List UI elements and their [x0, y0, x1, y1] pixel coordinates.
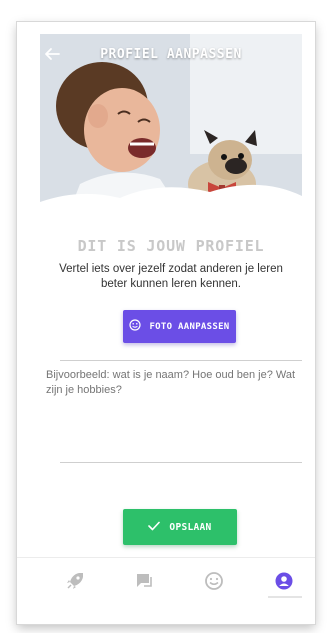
smiley-icon: [205, 572, 223, 590]
bio-top-divider: [60, 360, 302, 361]
nav-item-profile[interactable]: [269, 566, 299, 596]
active-tab-indicator: [268, 596, 302, 598]
checkmark-icon: [148, 521, 161, 534]
profile-icon: [275, 572, 293, 590]
profile-description: Vertel iets over jezelf zodat anderen je…: [59, 263, 283, 290]
nav-item-mood[interactable]: [199, 566, 229, 596]
bio-bottom-divider: [60, 462, 302, 463]
chat-icon: [137, 574, 152, 587]
nav-item-chat[interactable]: [129, 566, 159, 596]
change-photo-label: FOTO AANPASSEN: [149, 321, 230, 332]
smiley-icon: [129, 319, 142, 334]
rocket-icon: [67, 573, 83, 589]
save-label: OPSLAAN: [169, 521, 212, 533]
profile-header: PROFIEL AANPASSEN: [40, 34, 302, 210]
bio-input[interactable]: [46, 368, 300, 454]
change-photo-button[interactable]: FOTO AANPASSEN: [123, 310, 236, 343]
page-title: PROFIEL AANPASSEN: [100, 47, 242, 62]
save-button[interactable]: OPSLAAN: [123, 509, 237, 545]
profile-heading: DIT IS JOUW PROFIEL: [77, 237, 265, 255]
nav-item-explore[interactable]: [60, 566, 90, 596]
